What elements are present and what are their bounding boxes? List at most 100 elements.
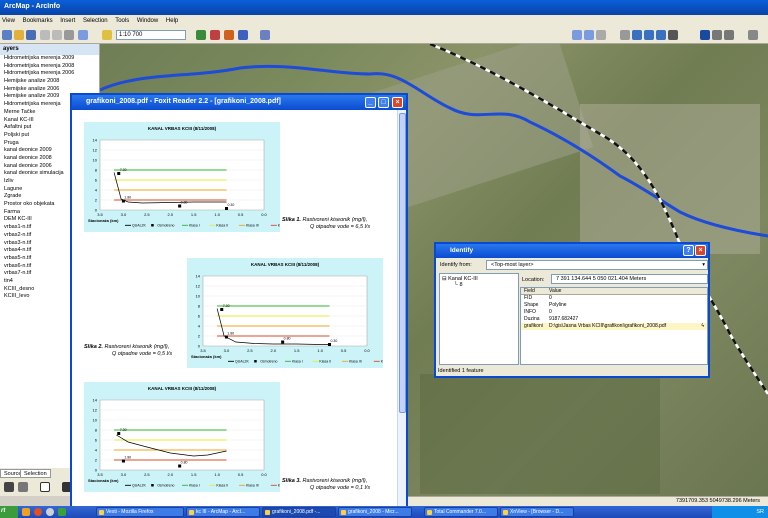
save-icon[interactable] xyxy=(26,30,36,40)
language-indicator[interactable]: SR xyxy=(756,509,764,515)
toc-layer-item[interactable]: Hidrometrijska merenja 2009 xyxy=(4,55,99,63)
pan-icon[interactable] xyxy=(620,30,630,40)
fixed-zoom-icon[interactable] xyxy=(596,30,606,40)
legend-label: QUAL2K xyxy=(132,224,146,228)
help-cursor-icon[interactable] xyxy=(260,30,270,40)
add-data-icon[interactable] xyxy=(102,30,112,40)
x-tick-label: 2.5 xyxy=(144,212,150,217)
identify-icon[interactable] xyxy=(700,30,710,40)
caption-3-label: Slika 3. xyxy=(282,478,301,484)
vertical-scrollbar[interactable] xyxy=(397,110,406,516)
tree-item-feature[interactable]: └ 8 xyxy=(442,282,516,288)
menu-tools[interactable]: Tools xyxy=(115,18,129,24)
menu-selection[interactable]: Selection xyxy=(83,18,108,24)
select-elements-icon[interactable] xyxy=(4,482,14,492)
forward-icon[interactable] xyxy=(656,30,666,40)
table-row[interactable]: FID 0 xyxy=(521,295,707,302)
zoom-in-icon[interactable] xyxy=(572,30,582,40)
system-tray: SR xyxy=(712,506,768,518)
task-word[interactable]: grafikoni_2008 - Micr... xyxy=(338,507,412,517)
y-tick-label: 12 xyxy=(93,408,98,413)
task-xnview[interactable]: XnView - [Browser - D... xyxy=(500,507,574,517)
field-value: D:\gis\Jasna Vrbas KCIII\grafikoni\grafi… xyxy=(549,323,667,329)
legend-label: Klasa I xyxy=(292,360,303,364)
legend-label: Klasa III xyxy=(349,360,362,364)
minimize-button[interactable]: _ xyxy=(365,97,376,108)
cut-icon[interactable] xyxy=(40,30,50,40)
table-row[interactable]: Duzina 9187.682427 xyxy=(521,316,707,323)
command-line-icon[interactable] xyxy=(238,30,248,40)
foxit-title-bar[interactable]: grafikoni_2008.pdf - Foxit Reader 2.2 - … xyxy=(72,95,406,110)
table-row[interactable]: grafikoni D:\gis\Jasna Vrbas KCIII\grafik… xyxy=(521,323,707,330)
legend-label: Klasa I xyxy=(189,224,200,228)
caption-3: Slika 3. Rastvoreni kiseonik (mg/l), Q o… xyxy=(282,478,370,492)
menu-window[interactable]: Window xyxy=(137,18,158,24)
toc-layer-item[interactable]: Hemijske analize 2008 xyxy=(4,78,99,86)
toc-layer-item[interactable]: Hidrometrijska merenja 2008 xyxy=(4,63,99,71)
find-icon[interactable] xyxy=(712,30,722,40)
quicklaunch-icon[interactable] xyxy=(58,508,66,516)
open-icon[interactable] xyxy=(14,30,24,40)
new-icon[interactable] xyxy=(2,30,12,40)
arctoolbox-icon[interactable] xyxy=(210,30,220,40)
table-row[interactable]: INFO 0 xyxy=(521,309,707,316)
location-label: Location: xyxy=(522,277,545,283)
help-button[interactable]: ? xyxy=(683,245,694,256)
zoom-out-icon[interactable] xyxy=(584,30,594,40)
pdf-page[interactable]: KANAL VRBAS KCIII (8/11/2008) 0 2 4 6 8 10 12 1… xyxy=(72,110,406,516)
identify-close-button[interactable]: × xyxy=(695,245,706,256)
task-total-commander[interactable]: Total Commander 7.0... xyxy=(424,507,498,517)
maximize-button[interactable]: □ xyxy=(378,97,389,108)
y-tick-label: 8 xyxy=(95,428,98,433)
undo-icon[interactable] xyxy=(78,30,88,40)
paste-icon[interactable] xyxy=(52,30,62,40)
legend-label: Klasa II xyxy=(319,360,331,364)
x-tick-label: 1.0 xyxy=(317,348,323,353)
rotate-icon[interactable] xyxy=(18,482,28,492)
task-firefox[interactable]: Vesti - Mozilla Firefox xyxy=(96,507,184,517)
task-foxit[interactable]: grafikoni_2008.pdf -... xyxy=(262,507,336,517)
identify-tree[interactable]: ⊟ Kanal KC-III └ 8 xyxy=(439,273,519,365)
full-extent-icon[interactable] xyxy=(632,30,642,40)
y-tick-label: 4 xyxy=(95,448,98,453)
table-row[interactable]: Shape Polyline xyxy=(521,302,707,309)
task-arcmap[interactable]: kc III - ArcMap - ArcI... xyxy=(186,507,260,517)
firefox-icon[interactable] xyxy=(34,508,42,516)
close-button[interactable]: × xyxy=(392,97,403,108)
chevron-down-icon[interactable]: ▾ xyxy=(702,261,705,270)
menu-view[interactable]: View xyxy=(2,18,15,24)
identify-window[interactable]: Identify ? × Identify from: <Top-most la… xyxy=(434,242,710,378)
quicklaunch-icon[interactable] xyxy=(46,508,54,516)
measure-icon[interactable] xyxy=(724,30,734,40)
arcmap-title-bar[interactable]: ArcMap - ArcInfo xyxy=(0,0,768,15)
select-features-icon[interactable] xyxy=(668,30,678,40)
column-value[interactable]: Value xyxy=(549,288,561,295)
lightning-icon[interactable]: ϟ xyxy=(701,323,704,330)
rectangle-icon[interactable] xyxy=(40,482,50,492)
identify-title-bar[interactable]: Identify ? × xyxy=(436,244,708,258)
location-field[interactable]: 7 391 134.644 5 050 021.404 Meters xyxy=(551,274,708,284)
hyperlink-icon[interactable] xyxy=(748,30,758,40)
arccatalog-icon[interactable] xyxy=(224,30,234,40)
legend-swatch xyxy=(254,360,257,363)
toc-layer-item[interactable]: Hidrometrijska merenja 2006 xyxy=(4,70,99,78)
column-field[interactable]: Field xyxy=(524,288,535,295)
task-label: Total Commander 7.0... xyxy=(434,509,486,515)
identify-from-select[interactable]: <Top-most layer> ▾ xyxy=(486,260,708,270)
map-coordinates: 7391709.353 5049738.296 Meters xyxy=(675,498,760,504)
menu-insert[interactable]: Insert xyxy=(60,18,75,24)
menu-help[interactable]: Help xyxy=(166,18,178,24)
x-axis-label: Stacionaža (km) xyxy=(88,478,119,483)
quicklaunch-icon[interactable] xyxy=(22,508,30,516)
delete-icon[interactable] xyxy=(64,30,74,40)
foxit-window[interactable]: grafikoni_2008.pdf - Foxit Reader 2.2 - … xyxy=(70,93,408,518)
start-button[interactable]: rt xyxy=(0,506,18,518)
editor-icon[interactable] xyxy=(196,30,206,40)
back-icon[interactable] xyxy=(644,30,654,40)
legend-swatch xyxy=(151,224,154,227)
tab-selection[interactable]: Selection xyxy=(20,469,51,478)
scale-field[interactable]: 1:10 700 xyxy=(116,30,186,40)
menu-bookmarks[interactable]: Bookmarks xyxy=(23,18,53,24)
scrollbar-thumb[interactable] xyxy=(399,113,406,413)
point-label: 1.80 xyxy=(124,456,131,460)
